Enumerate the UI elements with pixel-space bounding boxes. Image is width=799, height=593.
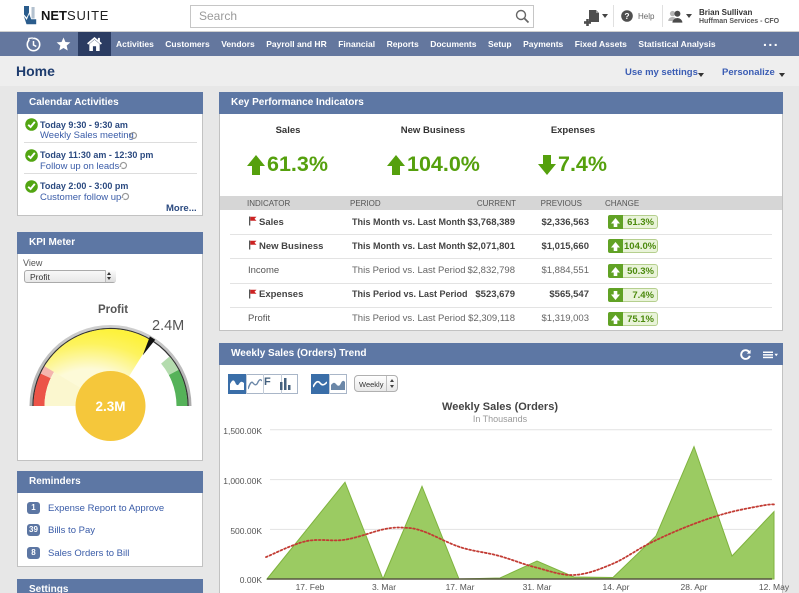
svg-text:2.3M: 2.3M: [95, 399, 125, 414]
svg-text:?: ?: [624, 11, 629, 21]
